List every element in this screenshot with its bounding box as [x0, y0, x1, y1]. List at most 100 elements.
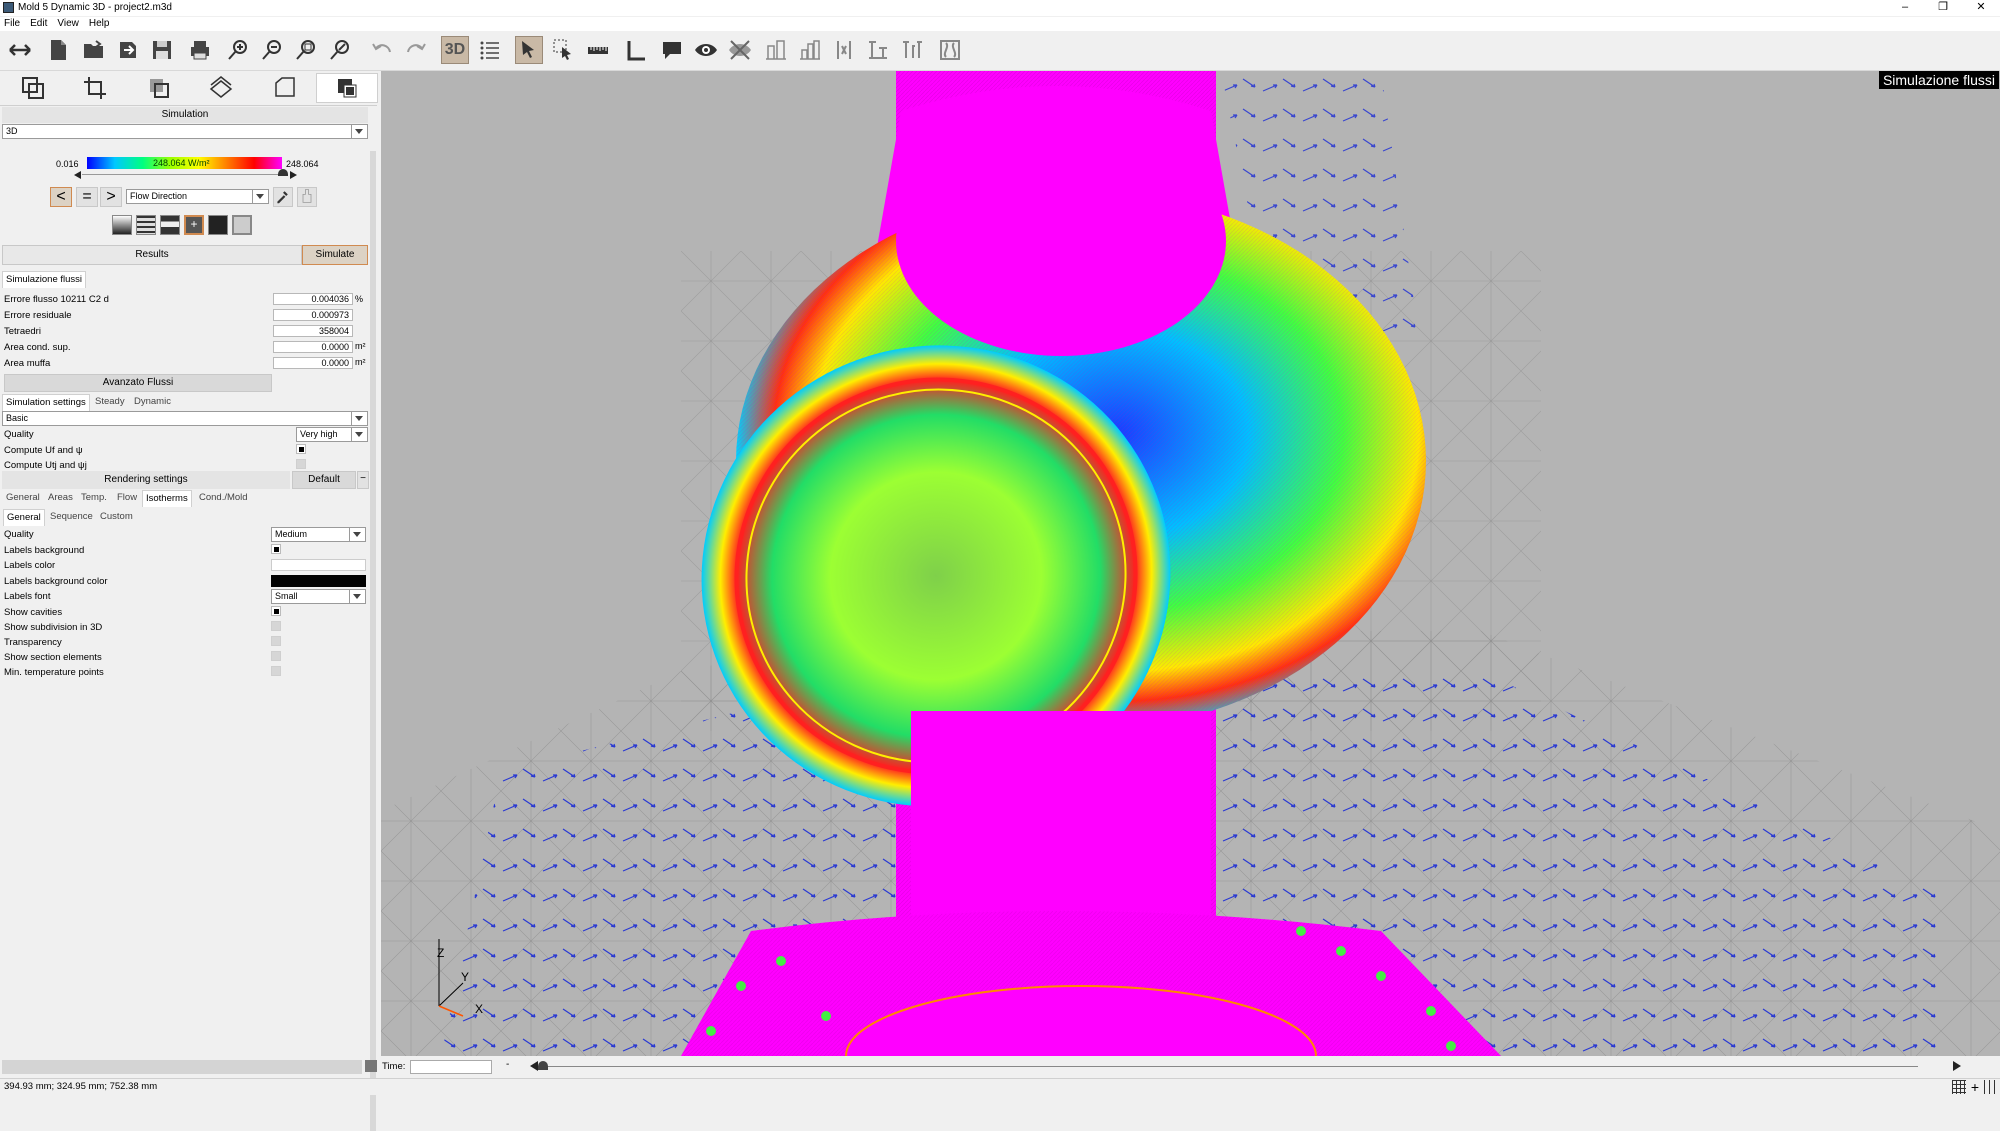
snap-icon[interactable]: +: [1968, 1080, 1982, 1094]
zoom-fit-icon[interactable]: [292, 36, 320, 64]
scale-max-handle[interactable]: [278, 169, 288, 176]
panel-scrollbar[interactable]: [370, 151, 376, 1131]
3d-viewport[interactable]: Z Y X Simulazione flussi: [381, 71, 2000, 1056]
direction-select[interactable]: Flow Direction: [126, 189, 269, 204]
compute-uf-checkbox[interactable]: [296, 444, 306, 454]
chart-c-icon[interactable]: [830, 36, 858, 64]
compute-utj-checkbox[interactable]: [296, 459, 306, 469]
scale-right-arrow[interactable]: [290, 171, 297, 179]
subtab-sequence[interactable]: Sequence: [47, 509, 96, 525]
tab-general[interactable]: General: [3, 490, 43, 506]
simulation-view-icon[interactable]: [316, 73, 378, 103]
zoom-window-icon[interactable]: [326, 36, 354, 64]
select-pointer-icon[interactable]: [515, 36, 543, 64]
close-icon[interactable]: ✕: [1962, 0, 2000, 16]
tab-cond-mold[interactable]: Cond./Mold: [196, 490, 251, 506]
tab-areas[interactable]: Areas: [45, 490, 76, 506]
subtab-custom[interactable]: Custom: [97, 509, 136, 525]
view-3d-button[interactable]: 3D: [441, 36, 469, 64]
grid-icon[interactable]: [1952, 1080, 1966, 1094]
labels-font-select[interactable]: Small: [271, 589, 366, 604]
crop-view-icon[interactable]: [64, 73, 126, 103]
open-folder-icon[interactable]: [80, 36, 108, 64]
default-button[interactable]: Default: [292, 471, 356, 489]
ortho-icon[interactable]: [1984, 1080, 1998, 1094]
zoom-out-icon[interactable]: [258, 36, 286, 64]
mode-lines-icon[interactable]: [136, 215, 156, 235]
tab-flow[interactable]: Flow: [114, 490, 140, 506]
min-temp-checkbox[interactable]: [271, 666, 281, 676]
list-icon[interactable]: [476, 36, 504, 64]
hide-eye-icon[interactable]: [726, 36, 754, 64]
chart-a-icon[interactable]: [762, 36, 790, 64]
quality-select[interactable]: Very high: [296, 427, 368, 442]
show-section-checkbox[interactable]: [271, 651, 281, 661]
mode-solid-icon[interactable]: [208, 215, 228, 235]
render-quality-select[interactable]: Medium: [271, 527, 366, 542]
print-icon[interactable]: [186, 36, 214, 64]
slab-view-icon[interactable]: [190, 73, 252, 103]
new-file-icon[interactable]: [44, 36, 72, 64]
mode-empty-icon[interactable]: [232, 215, 252, 235]
menu-file[interactable]: File: [0, 17, 25, 31]
greater-than-button[interactable]: >: [100, 187, 122, 207]
page-view-icon[interactable]: [254, 73, 316, 103]
simulate-button[interactable]: Simulate: [302, 245, 368, 265]
eyedropper-icon[interactable]: [273, 187, 293, 207]
zoom-in-icon[interactable]: [224, 36, 252, 64]
labels-bg-checkbox[interactable]: [271, 544, 281, 554]
mode-bands-icon[interactable]: [160, 215, 180, 235]
tab-steady[interactable]: Steady: [92, 394, 128, 410]
layers-view-icon[interactable]: [2, 73, 64, 103]
undo-icon[interactable]: [368, 36, 396, 64]
labels-bg-color-swatch[interactable]: [271, 575, 366, 587]
dimension-icon[interactable]: [622, 36, 650, 64]
chart-d-icon[interactable]: [864, 36, 892, 64]
import-icon[interactable]: [114, 36, 142, 64]
chart-f-icon[interactable]: [936, 36, 964, 64]
collapse-icon[interactable]: −: [357, 471, 369, 489]
tab-simulation-settings[interactable]: Simulation settings: [2, 394, 90, 411]
results-button[interactable]: Results: [2, 245, 302, 265]
timeline-toggle[interactable]: [365, 1060, 377, 1072]
labels-color-swatch[interactable]: [271, 559, 366, 571]
transparency-checkbox[interactable]: [271, 636, 281, 646]
ruler-icon[interactable]: [584, 36, 612, 64]
tab-isotherms[interactable]: Isotherms: [142, 490, 192, 507]
chart-b-icon[interactable]: [796, 36, 824, 64]
select-box-icon[interactable]: [550, 36, 578, 64]
show-subdivision-checkbox[interactable]: [271, 621, 281, 631]
time-input[interactable]: [410, 1060, 492, 1074]
chart-e-icon[interactable]: [898, 36, 926, 64]
mode-gradient-icon[interactable]: [112, 215, 132, 235]
flow-section-tab[interactable]: Simulazione flussi: [2, 271, 87, 288]
fit-width-icon[interactable]: [6, 36, 34, 64]
section-view-icon[interactable]: [128, 73, 190, 103]
preset-select[interactable]: Basic: [2, 411, 368, 426]
timeline-track[interactable]: [548, 1066, 1918, 1067]
redo-icon[interactable]: [402, 36, 430, 64]
panel-horizontal-scrollbar[interactable]: [2, 1060, 362, 1074]
comment-icon[interactable]: [658, 36, 686, 64]
view-select[interactable]: 3D: [2, 124, 368, 139]
advanced-flow-button[interactable]: Avanzato Flussi: [4, 374, 272, 392]
menu-view[interactable]: View: [52, 17, 84, 31]
tab-dynamic[interactable]: Dynamic: [131, 394, 174, 410]
timeline-start-arrow[interactable]: [530, 1061, 538, 1071]
tab-temp[interactable]: Temp.: [78, 490, 110, 506]
minimize-icon[interactable]: –: [1886, 0, 1924, 16]
menu-edit[interactable]: Edit: [25, 17, 52, 31]
scale-min-handle[interactable]: [74, 171, 81, 179]
equals-button[interactable]: =: [76, 187, 98, 207]
save-icon[interactable]: [148, 36, 176, 64]
menu-help[interactable]: Help: [84, 17, 115, 31]
less-than-button[interactable]: <: [50, 187, 72, 207]
show-cavities-checkbox[interactable]: [271, 606, 281, 616]
probe-icon[interactable]: [297, 187, 317, 207]
restore-icon[interactable]: ❐: [1924, 0, 1962, 16]
timeline-end-arrow[interactable]: [1953, 1061, 1961, 1071]
subtab-general[interactable]: General: [3, 509, 45, 526]
eye-icon[interactable]: [692, 36, 720, 64]
timeline-handle[interactable]: [538, 1061, 548, 1070]
mode-cross-icon[interactable]: +: [184, 215, 204, 235]
